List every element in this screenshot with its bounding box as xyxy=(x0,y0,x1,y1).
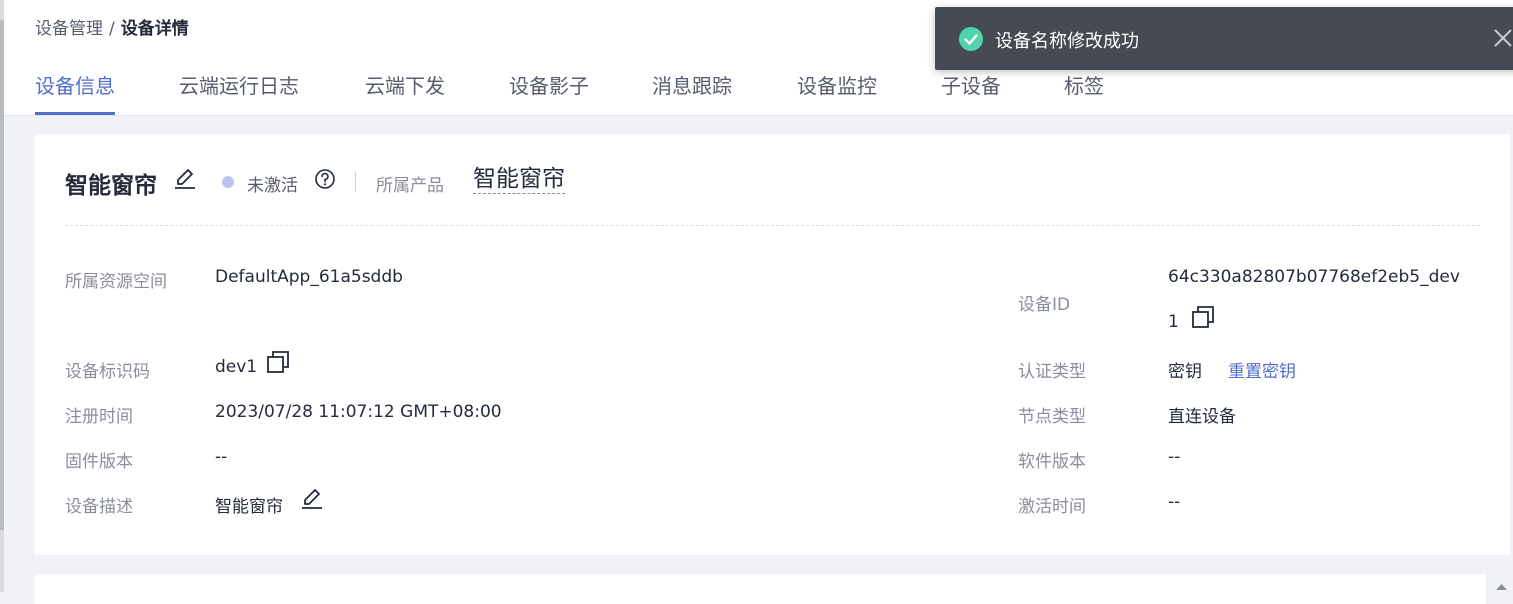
tab-tags[interactable]: 标签 xyxy=(1064,70,1104,115)
device-info-card: 智能窗帘 未激活 所属产品 智能窗帘 所属资源空间 DefaultApp_61a… xyxy=(35,134,1510,555)
activation-time-value: -- xyxy=(1168,492,1181,512)
success-toast: 设备名称修改成功 xyxy=(935,7,1513,70)
auth-type-label: 认证类型 xyxy=(1018,362,1086,382)
register-time-label: 注册时间 xyxy=(65,407,133,427)
device-name: 智能窗帘 xyxy=(65,173,157,199)
help-icon[interactable] xyxy=(314,168,336,190)
register-time-value: 2023/07/28 11:07:12 GMT+08:00 xyxy=(215,402,502,422)
reset-key-link[interactable]: 重置密钥 xyxy=(1228,357,1296,382)
resource-space-value: DefaultApp_61a5sddb xyxy=(215,267,403,287)
tab-device-info[interactable]: 设备信息 xyxy=(35,70,115,115)
resource-space-label: 所属资源空间 xyxy=(65,272,167,292)
product-label: 所属产品 xyxy=(376,176,444,196)
auth-type-value: 密钥 xyxy=(1168,362,1202,382)
tab-device-shadow[interactable]: 设备影子 xyxy=(509,70,589,115)
title-divider xyxy=(355,172,356,192)
device-id-label: 设备ID xyxy=(1018,295,1071,315)
breadcrumb-separator: / xyxy=(109,19,115,39)
toast-message: 设备名称修改成功 xyxy=(995,31,1139,52)
tab-device-monitor[interactable]: 设备监控 xyxy=(797,70,877,115)
software-version-label: 软件版本 xyxy=(1018,452,1086,472)
firmware-version-value: -- xyxy=(215,447,228,467)
scroll-up-arrow-icon[interactable] xyxy=(1490,574,1513,592)
node-type-value: 直连设备 xyxy=(1168,407,1236,427)
section-divider xyxy=(65,225,1480,226)
node-type-label: 节点类型 xyxy=(1018,407,1086,427)
product-link[interactable]: 智能窗帘 xyxy=(473,165,565,194)
device-id-value-line2: 1 xyxy=(1168,312,1179,332)
tab-cloud-delivery[interactable]: 云端下发 xyxy=(365,70,445,115)
breadcrumb-parent[interactable]: 设备管理 xyxy=(35,19,103,39)
device-identifier-value: dev1 xyxy=(215,357,258,377)
activation-time-label: 激活时间 xyxy=(1018,497,1086,517)
tab-sub-devices[interactable]: 子设备 xyxy=(941,70,1001,115)
description-label: 设备描述 xyxy=(65,497,133,517)
device-identifier-label: 设备标识码 xyxy=(65,362,150,382)
success-check-icon xyxy=(959,27,983,51)
next-card xyxy=(35,574,1486,604)
breadcrumb-current: 设备详情 xyxy=(120,19,189,39)
breadcrumb: 设备管理 / 设备详情 xyxy=(35,14,189,39)
status-text: 未激活 xyxy=(247,176,298,196)
edit-name-icon[interactable] xyxy=(173,166,197,190)
tab-message-trace[interactable]: 消息跟踪 xyxy=(652,70,732,115)
device-id-value-line1: 64c330a82807b07768ef2eb5_dev xyxy=(1168,267,1460,287)
close-icon[interactable] xyxy=(1491,26,1513,50)
copy-device-id-icon[interactable] xyxy=(1190,304,1216,330)
copy-identifier-icon[interactable] xyxy=(265,349,291,375)
firmware-version-label: 固件版本 xyxy=(65,452,133,472)
software-version-value: -- xyxy=(1168,447,1181,467)
status-dot xyxy=(222,176,234,188)
tab-cloud-run-log[interactable]: 云端运行日志 xyxy=(179,70,299,115)
description-value: 智能窗帘 xyxy=(215,497,283,517)
edit-description-icon[interactable] xyxy=(300,486,324,510)
